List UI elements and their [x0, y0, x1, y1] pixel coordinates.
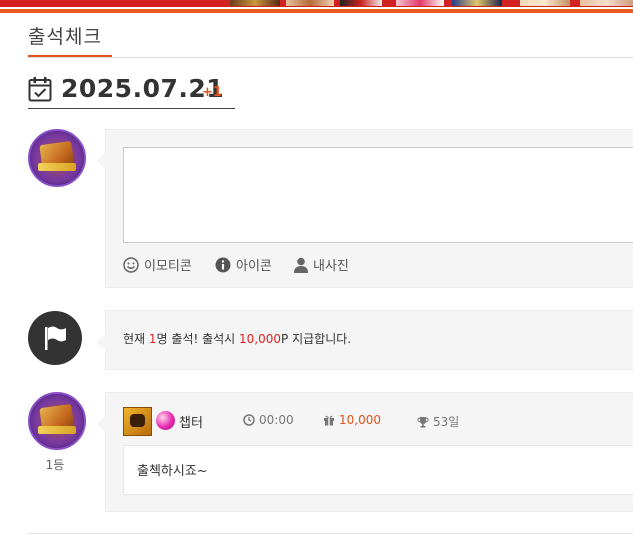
attendance-date: 2025.07.21	[61, 74, 225, 103]
trophy-icon	[417, 416, 429, 427]
rank-label: 1등	[45, 458, 65, 472]
page-title: 출석체크	[28, 26, 102, 48]
top-banner	[0, 0, 633, 14]
flag-badge	[28, 311, 82, 365]
member-badge-icon	[123, 407, 152, 436]
date-header: 2025.07.21 +1	[28, 74, 235, 109]
gift-icon	[324, 415, 334, 426]
attendance-notice: 현재 1명 출석! 출석시 10,000P 지급합니다.	[97, 310, 633, 370]
entry-time: 00:00	[243, 413, 294, 427]
level-icon	[156, 411, 175, 430]
date-bonus: +1	[202, 85, 222, 100]
comment-input[interactable]	[123, 147, 633, 243]
clock-icon	[243, 414, 255, 426]
entry-header: 챕터 00:00 10,000 53일	[123, 407, 633, 436]
comment-form: 이모티콘 아이콘 내사진	[97, 129, 633, 288]
emoticon-button[interactable]: 이모티콘	[123, 255, 192, 274]
avatar	[28, 129, 86, 187]
entry-message-box: 출첵하시죠~	[123, 445, 633, 495]
flag-icon	[45, 326, 66, 350]
entry-points: 10,000	[323, 413, 381, 427]
my-photo-button[interactable]: 내사진	[294, 255, 349, 274]
title-divider	[28, 57, 633, 58]
attendee-count: 1	[148, 332, 157, 346]
entry-streak: 53일	[417, 413, 459, 430]
icon-button[interactable]: 아이콘	[215, 255, 272, 274]
nickname[interactable]: 챕터	[179, 412, 203, 431]
entry-message: 출첵하시죠~	[137, 464, 208, 479]
notice-text: 현재 1명 출석! 출석시 10,000P 지급합니다.	[123, 332, 352, 346]
info-icon	[215, 257, 231, 272]
smiley-icon	[123, 256, 139, 273]
my-photo-label: 내사진	[313, 259, 349, 274]
icon-label: 아이콘	[236, 259, 272, 274]
reward-points: 10,000	[239, 332, 282, 346]
emoticon-label: 이모티콘	[144, 259, 192, 274]
calendar-check-icon	[28, 77, 52, 102]
avatar	[28, 392, 86, 450]
attendance-entry: 챕터 00:00 10,000 53일 출첵하시죠~	[97, 392, 633, 512]
bottom-divider	[28, 533, 633, 534]
user-icon	[294, 257, 308, 273]
